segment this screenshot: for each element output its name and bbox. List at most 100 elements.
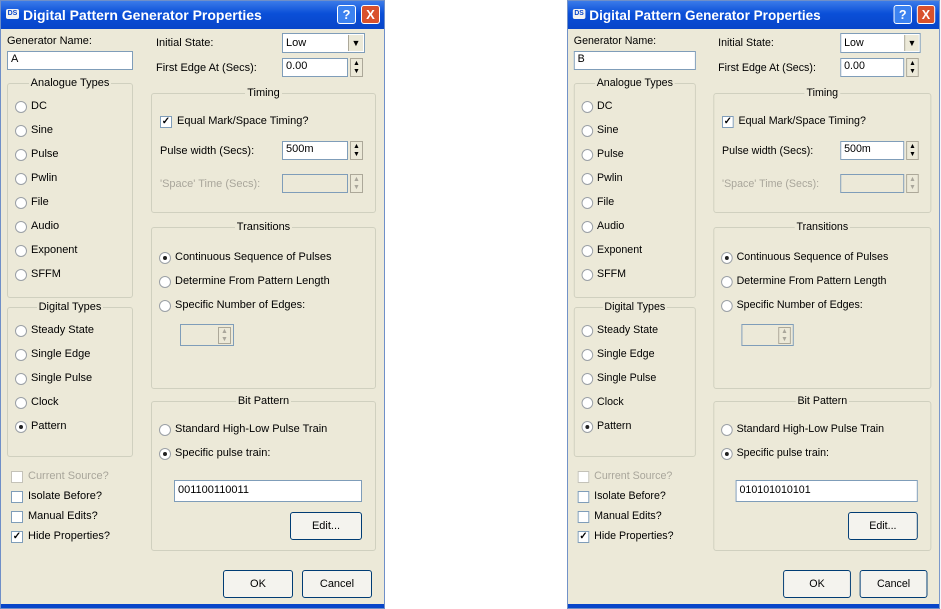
initial-state-select[interactable]: Low ▼ xyxy=(840,33,921,53)
checkbox-2[interactable] xyxy=(11,511,23,523)
checkbox-1[interactable] xyxy=(577,491,590,503)
radio-analogue-types-3[interactable] xyxy=(581,173,594,185)
radio-digital-types-3[interactable] xyxy=(581,397,594,409)
spin-updown-icon: ▲ ▼ xyxy=(218,327,231,344)
bit-options-label: Specific pulse train: xyxy=(736,447,830,459)
radio-digital-types-2[interactable] xyxy=(15,373,27,385)
transitions-group: Transitions Continuous Sequence of Pulse… xyxy=(713,221,932,389)
bit-pattern-group: Bit Pattern Standard High-Low Pulse Trai… xyxy=(151,395,376,551)
radio-analogue-types-6[interactable] xyxy=(15,245,27,257)
radio-analogue-types-0[interactable] xyxy=(15,101,27,113)
help-button[interactable]: ? xyxy=(893,5,912,24)
radio-digital-types-1[interactable] xyxy=(581,349,594,361)
radio-digital-types-4[interactable] xyxy=(15,421,27,433)
pulse-width-input[interactable]: 500m xyxy=(282,141,348,160)
radio-digital-types-3[interactable] xyxy=(15,397,27,409)
spin-updown-icon[interactable]: ▲ ▼ xyxy=(350,58,363,77)
title-bar[interactable]: DS Digital Pattern Generator Properties … xyxy=(1,1,384,29)
radio-analogue-types-1[interactable] xyxy=(15,125,27,137)
edit-button[interactable]: Edit... xyxy=(848,512,918,540)
radio-analogue-types-7[interactable] xyxy=(15,269,27,281)
spin-updown-icon[interactable]: ▲ ▼ xyxy=(906,141,919,160)
radio-analogue-types-7[interactable] xyxy=(581,269,594,281)
edit-button[interactable]: Edit... xyxy=(290,512,362,540)
ok-button[interactable]: OK xyxy=(223,570,293,598)
transitions-label: Continuous Sequence of Pulses xyxy=(175,251,332,263)
timing-group: Timing ✓ Equal Mark/Space Timing? Pulse … xyxy=(151,87,376,213)
generator-name-input[interactable]: A xyxy=(7,51,133,70)
radio-transitions-2[interactable] xyxy=(721,300,733,312)
radio-digital-types-4[interactable] xyxy=(581,421,594,433)
title-bar[interactable]: DS Digital Pattern Generator Properties … xyxy=(567,1,940,29)
spin-updown-icon[interactable]: ▲ ▼ xyxy=(350,141,363,160)
initial-state-value: Low xyxy=(844,37,864,49)
radio-analogue-types-2[interactable] xyxy=(15,149,27,161)
radio-analogue-types-0[interactable] xyxy=(581,101,594,113)
bottom-edge xyxy=(567,604,940,608)
radio-analogue-types-4[interactable] xyxy=(581,197,594,209)
radio-transitions-0[interactable] xyxy=(159,252,171,264)
transitions-label: Continuous Sequence of Pulses xyxy=(736,251,889,263)
generator-name-label: Generator Name: xyxy=(7,35,92,47)
analogue-types-label: File xyxy=(597,196,615,208)
radio-digital-types-2[interactable] xyxy=(581,373,594,385)
equal-mark-checkbox[interactable]: ✓ xyxy=(722,116,734,128)
ok-button[interactable]: OK xyxy=(783,570,851,598)
help-button[interactable]: ? xyxy=(337,5,356,24)
radio-digital-types-0[interactable] xyxy=(15,325,27,337)
checkbox-2[interactable] xyxy=(577,511,590,523)
equal-mark-label: Equal Mark/Space Timing? xyxy=(177,115,309,127)
initial-state-value: Low xyxy=(286,37,307,49)
checkbox-3[interactable]: ✓ xyxy=(577,531,590,543)
radio-digital-types-1[interactable] xyxy=(15,349,27,361)
checkbox-3[interactable]: ✓ xyxy=(11,531,23,543)
pulse-width-input[interactable]: 500m xyxy=(840,141,905,160)
app-icon: DS xyxy=(572,9,586,19)
radio-bit-options-1[interactable] xyxy=(159,448,171,460)
radio-transitions-2[interactable] xyxy=(159,300,171,312)
checkbox-label: Manual Edits? xyxy=(594,510,662,522)
equal-mark-label: Equal Mark/Space Timing? xyxy=(738,115,866,127)
equal-mark-checkbox[interactable]: ✓ xyxy=(160,116,172,128)
radio-analogue-types-2[interactable] xyxy=(581,149,594,161)
generator-name-label: Generator Name: xyxy=(573,35,657,47)
checkbox-label: Current Source? xyxy=(594,470,673,482)
bit-pattern-group: Bit Pattern Standard High-Low Pulse Trai… xyxy=(713,395,932,551)
spin-updown-icon[interactable]: ▲ ▼ xyxy=(906,58,919,77)
initial-state-select[interactable]: Low ▼ xyxy=(282,33,365,53)
bottom-edge xyxy=(1,604,384,608)
digital-types-label: Pattern xyxy=(31,420,67,432)
digital-types-label: Steady State xyxy=(597,324,659,336)
first-edge-input[interactable]: 0.00 xyxy=(840,58,905,77)
chevron-down-icon[interactable]: ▼ xyxy=(348,35,363,51)
analogue-types-label: SFFM xyxy=(31,268,61,280)
radio-analogue-types-6[interactable] xyxy=(581,245,594,257)
transitions-group: Transitions Continuous Sequence of Pulse… xyxy=(151,221,376,389)
radio-transitions-1[interactable] xyxy=(721,276,733,288)
radio-bit-options-0[interactable] xyxy=(159,424,171,436)
close-button[interactable]: X xyxy=(361,5,380,24)
radio-analogue-types-5[interactable] xyxy=(15,221,27,233)
checkbox-0 xyxy=(577,471,590,483)
radio-bit-options-1[interactable] xyxy=(721,448,733,460)
radio-bit-options-0[interactable] xyxy=(721,424,733,436)
pulse-train-input[interactable]: 001100110011 xyxy=(174,480,362,502)
checkbox-1[interactable] xyxy=(11,491,23,503)
bit-options-label: Standard High-Low Pulse Train xyxy=(175,423,328,435)
radio-analogue-types-5[interactable] xyxy=(581,221,594,233)
radio-transitions-1[interactable] xyxy=(159,276,171,288)
close-button[interactable]: X xyxy=(916,5,936,24)
chevron-down-icon[interactable]: ▼ xyxy=(904,35,919,51)
cancel-button[interactable]: Cancel xyxy=(859,570,928,598)
radio-analogue-types-4[interactable] xyxy=(15,197,27,209)
radio-digital-types-0[interactable] xyxy=(581,325,594,337)
pulse-train-input[interactable]: 010101010101 xyxy=(735,480,918,502)
generator-name-input[interactable]: B xyxy=(573,51,696,70)
cancel-button[interactable]: Cancel xyxy=(302,570,372,598)
radio-transitions-0[interactable] xyxy=(721,252,733,264)
digital-types-group: Digital Types Steady State Single Edge Sin… xyxy=(7,301,133,457)
checkbox-label: Hide Properties? xyxy=(28,530,110,542)
first-edge-input[interactable]: 0.00 xyxy=(282,58,348,77)
radio-analogue-types-1[interactable] xyxy=(581,125,594,137)
radio-analogue-types-3[interactable] xyxy=(15,173,27,185)
